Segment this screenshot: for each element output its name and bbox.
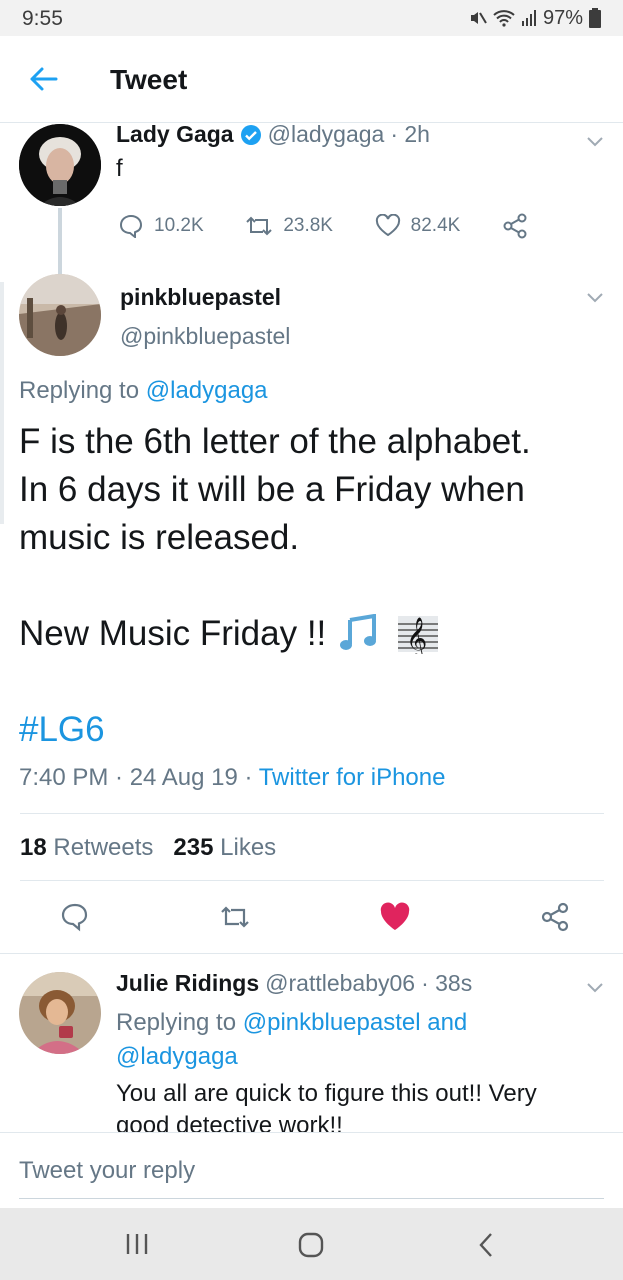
divider <box>20 880 604 881</box>
thread-line <box>58 208 62 276</box>
reply-text: You all are quick to figure this out!! V… <box>116 1078 616 1132</box>
mention-link[interactable]: @ladygaga <box>116 1043 238 1070</box>
recents-button[interactable] <box>124 1232 150 1261</box>
verified-icon <box>240 124 261 145</box>
battery-percent: 97% <box>542 6 583 29</box>
chevron-down-icon <box>587 983 603 993</box>
tweet-timestamp: 7:40 PM · 24 Aug 19 · <box>19 764 253 791</box>
like-button[interactable]: 82.4K <box>375 214 461 238</box>
replying-prefix: Replying to <box>19 377 140 404</box>
mention-link[interactable]: @pinkbluepastel <box>243 1009 421 1036</box>
reply-icon <box>119 214 143 238</box>
status-time: 9:55 <box>22 7 63 30</box>
tweet-text-line: In 6 days it will be a Friday when <box>19 470 525 509</box>
emoji-group: 𝄞 <box>340 614 440 654</box>
reply-icon[interactable] <box>60 902 90 932</box>
user-name[interactable]: pinkbluepastel <box>120 284 281 311</box>
system-nav-bar <box>0 1208 623 1280</box>
back-arrow-icon <box>30 67 58 91</box>
divider <box>20 813 604 814</box>
tweet-menu-caret[interactable] <box>586 288 604 306</box>
tweet-menu-caret[interactable] <box>586 978 604 996</box>
chevron-down-icon <box>587 137 603 147</box>
mute-icon <box>470 12 487 24</box>
status-bar: 9:55 97% <box>0 0 623 36</box>
signal-icon <box>521 10 536 26</box>
avatar-image <box>19 274 101 356</box>
home-icon <box>298 1232 324 1258</box>
musical-notes-icon <box>340 614 377 650</box>
retweet-total: 18 <box>20 834 47 861</box>
svg-text:𝄞: 𝄞 <box>406 617 427 654</box>
heart-icon <box>375 214 400 237</box>
retweet-button[interactable]: 23.8K <box>245 214 333 238</box>
tweet-time: · 38s <box>421 970 473 996</box>
like-count: 82.4K <box>410 215 461 236</box>
like-total: 235 <box>173 834 214 861</box>
avatar[interactable] <box>19 124 101 206</box>
tweet-source-link[interactable]: Twitter for iPhone <box>259 764 446 791</box>
tweet-time: · 2h <box>390 121 430 147</box>
share-button[interactable] <box>502 213 528 239</box>
tweet1-actions: 10.2K 23.8K 82.4K <box>118 213 528 239</box>
tweet-text-line: music is released. <box>19 518 300 557</box>
divider <box>0 953 623 954</box>
tweet-meta: 7:40 PM · 24 Aug 19 · Twitter for iPhone <box>19 764 445 792</box>
avatar-image <box>19 124 101 206</box>
replying-to: Replying to @ladygaga <box>19 377 268 405</box>
tweet-body: F is the 6th letter of the alphabet. In … <box>19 418 609 754</box>
replying-prefix: Replying to <box>116 1009 237 1036</box>
user-name[interactable]: Lady Gaga <box>116 121 234 148</box>
chevron-down-icon <box>587 293 603 303</box>
likes-stat[interactable]: 235 Likes <box>173 834 276 862</box>
back-chevron-icon <box>479 1233 492 1257</box>
input-underline <box>19 1198 604 1199</box>
reply-input[interactable]: Tweet your reply <box>19 1157 195 1185</box>
recents-icon <box>126 1234 148 1254</box>
back-button[interactable] <box>22 61 62 97</box>
avatar-image <box>19 972 101 1054</box>
retweet-icon <box>246 216 273 236</box>
user-handle[interactable]: @rattlebaby06 <box>265 970 415 997</box>
retweets-stat[interactable]: 18 Retweets <box>20 834 153 862</box>
wifi-icon <box>493 10 515 27</box>
reply-text-line: good detective work!! <box>116 1112 343 1132</box>
tweet-stats: 18 Retweets 235 Likes <box>20 834 276 862</box>
tweet-text-line: F is the 6th letter of the alphabet. <box>19 422 531 461</box>
reply-text-line: You all are quick to figure this out!! V… <box>116 1080 537 1107</box>
page-title: Tweet <box>110 64 188 95</box>
app-header: Tweet <box>0 36 623 123</box>
retweet-count: 23.8K <box>283 215 333 236</box>
main-tweet-actions <box>60 902 570 932</box>
user-name[interactable]: Julie Ridings <box>116 970 259 997</box>
musical-score-icon: 𝄞 <box>398 616 439 654</box>
tweet-text-line: New Music Friday !! <box>19 614 327 653</box>
hashtag-link[interactable]: #LG6 <box>19 706 609 754</box>
user-handle[interactable]: @pinkbluepastel <box>120 323 290 350</box>
mention-link[interactable]: @ladygaga <box>146 377 268 404</box>
scroll-indicator <box>0 282 4 524</box>
battery-icon <box>589 8 601 28</box>
back-nav-button[interactable] <box>476 1232 496 1263</box>
replying-and: and <box>427 1009 468 1036</box>
user-handle[interactable]: @ladygaga <box>268 121 385 148</box>
avatar[interactable] <box>19 972 101 1054</box>
likes-label: Likes <box>220 834 277 861</box>
reply-button[interactable]: 10.2K <box>118 214 204 238</box>
replying-to: Replying to @pinkbluepastel and @ladygag… <box>116 1006 596 1074</box>
reply-count: 10.2K <box>154 215 204 236</box>
heart-filled-icon[interactable] <box>379 902 411 932</box>
share-icon <box>503 213 527 239</box>
tweet1-header: Lady Gaga @ladygaga · 2h <box>116 121 430 148</box>
share-icon[interactable] <box>540 902 570 932</box>
tweet-text: f <box>116 155 123 182</box>
reply-header: Julie Ridings @rattlebaby06 · 38s <box>116 970 472 997</box>
avatar[interactable] <box>19 274 101 356</box>
status-icons: 97% <box>469 6 601 30</box>
reply-bar: Tweet your reply <box>0 1132 623 1209</box>
retweets-label: Retweets <box>53 834 154 861</box>
home-button[interactable] <box>298 1232 324 1263</box>
tweet-menu-caret[interactable] <box>586 132 604 150</box>
retweet-icon[interactable] <box>219 903 251 931</box>
